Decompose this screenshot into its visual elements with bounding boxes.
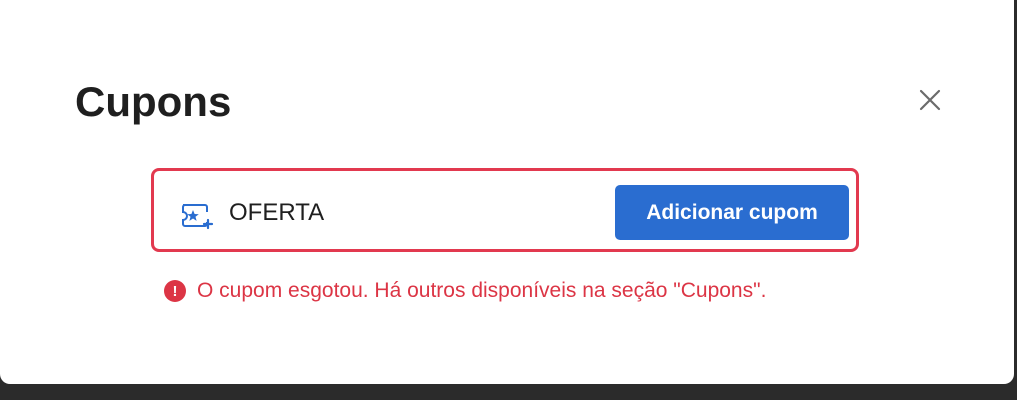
add-coupon-button[interactable]: Adicionar cupom — [615, 185, 849, 240]
error-message-text: O cupom esgotou. Há outros disponíveis n… — [197, 279, 767, 302]
close-icon — [919, 89, 941, 111]
coupons-modal: Cupons Adicionar cupom ! O cupom esgotou… — [0, 0, 1014, 384]
exclamation-circle-icon: ! — [164, 280, 186, 302]
modal-title: Cupons — [75, 78, 232, 125]
coupon-ticket-icon — [182, 204, 214, 230]
coupon-input-group: Adicionar cupom — [151, 168, 859, 252]
coupon-code-input[interactable] — [229, 195, 599, 231]
error-message: ! O cupom esgotou. Há outros disponíveis… — [164, 277, 766, 305]
close-button[interactable] — [912, 82, 948, 118]
